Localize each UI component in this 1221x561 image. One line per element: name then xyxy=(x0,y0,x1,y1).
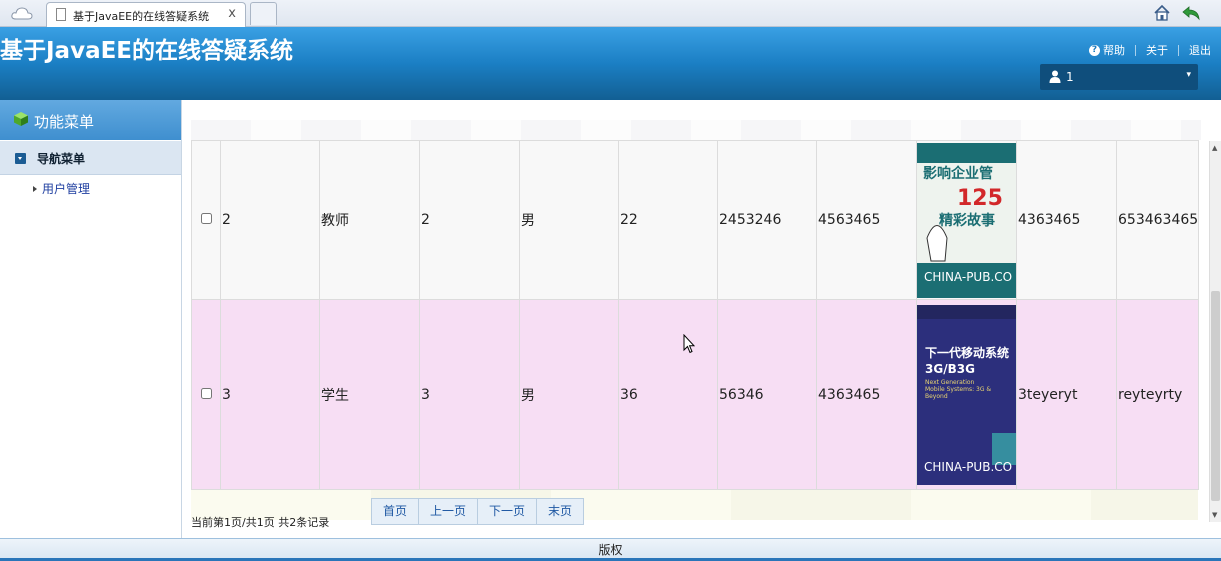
prev-page-button[interactable]: 上一页 xyxy=(419,499,479,524)
first-page-button[interactable]: 首页 xyxy=(372,499,420,524)
cell-photo: 下一代移动系统 3G/B3G Next Generation Mobile Sy… xyxy=(916,299,1017,490)
copyright-text: 版权 xyxy=(598,543,623,557)
cell-gender: 男 xyxy=(519,299,619,490)
function-menu-header: 功能菜单 xyxy=(0,100,181,140)
app-header: 基于JavaEE的在线答疑系统 ? 帮助 关于 退出 1 ▾ xyxy=(0,27,1221,100)
row-checkbox[interactable] xyxy=(201,213,212,224)
cell-age: 22 xyxy=(618,140,718,300)
home-icon[interactable] xyxy=(1153,4,1171,22)
book-cover-image: 下一代移动系统 3G/B3G Next Generation Mobile Sy… xyxy=(917,304,1016,485)
cell-role: 学生 xyxy=(319,299,420,490)
book-title-line2: 精彩故事 xyxy=(939,212,995,229)
help-link[interactable]: 帮助 xyxy=(1103,42,1125,58)
table-row[interactable]: 3 学生 3 男 36 56346 4363465 下一代移动系统 3G/B3G… xyxy=(191,299,1199,490)
scroll-up-icon[interactable]: ▲ xyxy=(1212,144,1220,152)
cell-age: 36 xyxy=(618,299,718,490)
cell-c9: 4363465 xyxy=(1016,140,1117,300)
scroll-down-icon[interactable]: ▼ xyxy=(1212,511,1220,519)
cell-id: 2 xyxy=(220,140,320,300)
cell-c9: 3teyeryt xyxy=(1016,299,1117,490)
cell-gender: 男 xyxy=(519,140,619,300)
row-checkbox-cell xyxy=(191,299,221,490)
cell-c7: 4363465 xyxy=(816,299,917,490)
function-menu-title: 功能菜单 xyxy=(34,113,95,131)
top-nav: ? 帮助 关于 退出 xyxy=(1089,42,1211,58)
next-page-button[interactable]: 下一页 xyxy=(478,499,538,524)
chevron-down-icon: ▾ xyxy=(1186,70,1191,80)
user-icon xyxy=(1049,70,1061,83)
cell-c6: 2453246 xyxy=(717,140,817,300)
user-table: 2 教师 2 男 22 2453246 4563465 影响企业管 125 精彩… xyxy=(191,140,1199,490)
table-footer-residue xyxy=(191,490,1198,520)
sidebar: 功能菜单 导航菜单 用户管理 xyxy=(0,100,182,538)
cell-c10: reyteyrty xyxy=(1116,299,1199,490)
cell-c10: 653463465 xyxy=(1116,140,1199,300)
divider xyxy=(1178,44,1179,56)
cell-photo: 影响企业管 125 精彩故事 CHINA-PUB.CO xyxy=(916,140,1017,300)
book-publisher: CHINA-PUB.CO xyxy=(924,270,1012,284)
scroll-thumb[interactable] xyxy=(1211,291,1220,501)
cell-c7: 4563465 xyxy=(816,140,917,300)
pagination-status: 当前第1页/共1页 共2条记录 xyxy=(191,516,330,529)
book-cover-image: 影响企业管 125 精彩故事 CHINA-PUB.CO xyxy=(917,142,1016,298)
user-name: 1 xyxy=(1066,70,1074,84)
app-title: 基于JavaEE的在线答疑系统 xyxy=(0,38,294,64)
row-checkbox-cell xyxy=(191,140,221,300)
logout-link[interactable]: 退出 xyxy=(1189,42,1211,58)
close-tab-button[interactable]: x xyxy=(228,6,236,21)
table-header-residue xyxy=(191,120,1201,140)
cloud-icon[interactable] xyxy=(10,5,34,21)
main-content: 2 教师 2 男 22 2453246 4563465 影响企业管 125 精彩… xyxy=(183,100,1209,538)
user-dropdown[interactable]: 1 ▾ xyxy=(1040,64,1198,90)
browser-tab-title: 基于JavaEE的在线答疑系统 xyxy=(73,10,210,23)
last-page-button[interactable]: 末页 xyxy=(537,499,583,524)
cell-c3: 3 xyxy=(419,299,520,490)
book-title-line1: 影响企业管 xyxy=(923,165,993,182)
row-checkbox[interactable] xyxy=(201,387,212,399)
about-link[interactable]: 关于 xyxy=(1146,42,1168,58)
table-row[interactable]: 2 教师 2 男 22 2453246 4563465 影响企业管 125 精彩… xyxy=(191,140,1199,300)
sidebar-item-user-management[interactable]: 用户管理 xyxy=(33,180,90,197)
book-title-number: 125 xyxy=(957,186,1003,211)
cell-c3: 2 xyxy=(419,140,520,300)
book-publisher: CHINA-PUB.CO xyxy=(924,460,1012,474)
nav-menu-header[interactable]: 导航菜单 xyxy=(0,141,181,175)
cube-icon xyxy=(14,112,28,126)
new-tab-button[interactable] xyxy=(250,2,277,25)
footer: 版权 xyxy=(0,538,1221,561)
book-title-line2: 3G/B3G xyxy=(925,362,975,376)
back-arrow-icon[interactable] xyxy=(1181,4,1201,22)
cell-c6: 56346 xyxy=(717,299,817,490)
cell-role: 教师 xyxy=(319,140,420,300)
collapse-icon xyxy=(15,153,26,164)
cell-id: 3 xyxy=(220,299,320,490)
book-title-line1: 下一代移动系统 xyxy=(925,345,1009,360)
divider xyxy=(1135,44,1136,56)
help-icon: ? xyxy=(1089,44,1100,56)
mouse-cursor-icon xyxy=(683,334,695,354)
nav-menu-title: 导航菜单 xyxy=(37,152,86,166)
page-icon xyxy=(56,8,66,21)
book-subtitle: Next Generation Mobile Systems: 3G & Bey… xyxy=(925,378,992,400)
browser-tab-bar: 基于JavaEE的在线答疑系统 x xyxy=(0,0,1221,27)
vertical-scrollbar[interactable]: ▲ ▼ xyxy=(1209,141,1221,522)
pagination: 首页 上一页 下一页 末页 xyxy=(371,498,585,525)
browser-tab[interactable]: 基于JavaEE的在线答疑系统 x xyxy=(46,2,246,27)
